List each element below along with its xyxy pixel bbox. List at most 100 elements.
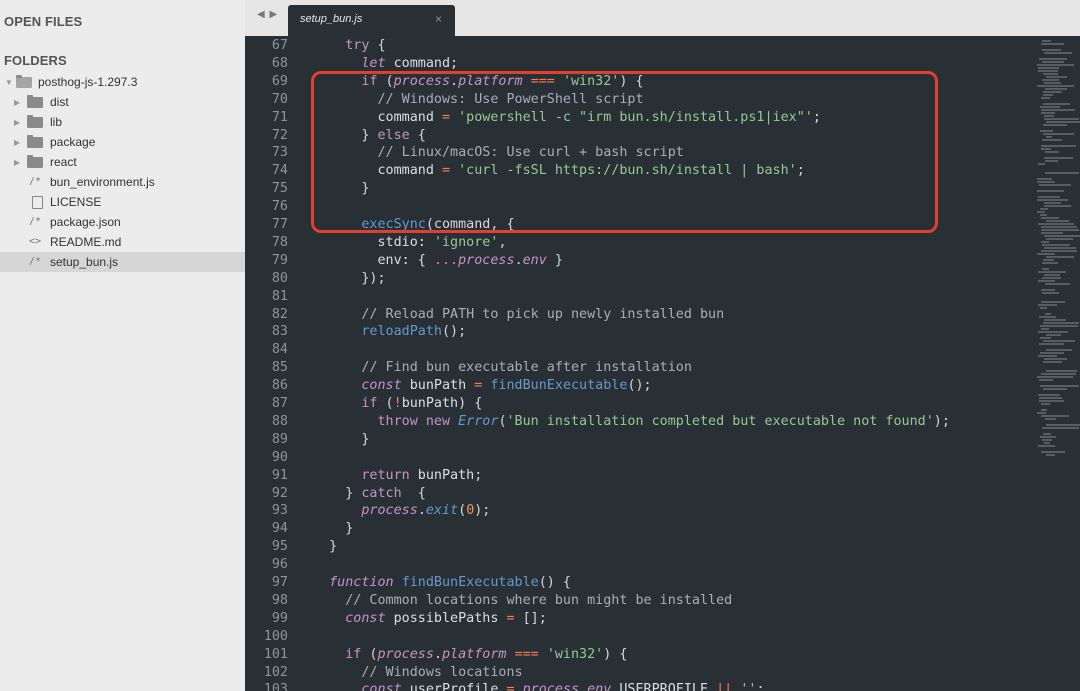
minimap-line [1044, 52, 1072, 54]
tab-setup-bun[interactable]: setup_bun.js × [288, 5, 455, 36]
code-line[interactable]: 73 // Linux/macOS: Use curl + bash scrip… [245, 144, 1035, 162]
tab-nav-arrows-icon[interactable]: ◀ ▶ [257, 9, 278, 20]
minimap-line [1043, 259, 1054, 261]
code-line[interactable]: 87 if (!bunPath) { [245, 395, 1035, 413]
code-line[interactable]: 72 } else { [245, 127, 1035, 145]
code-editor[interactable]: 67 try {68 let command; 69 if (process.pl… [245, 36, 1035, 691]
code-line[interactable]: 78 stdio: 'ignore', [245, 234, 1035, 252]
code-line[interactable]: 75 } [245, 180, 1035, 198]
code-line[interactable]: 74 command = 'curl -fsSL https://bun.sh/… [245, 162, 1035, 180]
minimap-line [1037, 64, 1074, 66]
code-line[interactable]: 68 let command; [245, 55, 1035, 73]
minimap-line [1046, 334, 1061, 336]
line-number: 94 [271, 521, 288, 537]
code-text: env: { ...process.env } [313, 252, 563, 268]
code-line[interactable]: 103 const userProfile = process.env.USER… [245, 681, 1035, 691]
code-line[interactable]: 100 [245, 628, 1035, 646]
code-text: } [313, 539, 338, 555]
code-text: reloadPath(); [361, 324, 467, 340]
root-folder-label: posthog-js-1.297.3 [38, 75, 138, 89]
sidebar-item-react[interactable]: ▶ react [0, 152, 245, 172]
minimap-line [1046, 238, 1073, 240]
sidebar-item-package-json[interactable]: /* package.json [0, 212, 245, 232]
code-text: command = 'powershell -c "irm bun.sh/ins… [313, 109, 821, 125]
code-line[interactable]: 99 const possiblePaths = []; [245, 610, 1035, 628]
code-line[interactable]: 89 } [245, 431, 1035, 449]
close-icon[interactable]: × [435, 12, 442, 26]
code-line[interactable]: 102 // Windows locations [245, 664, 1035, 682]
minimap-line [1041, 97, 1050, 99]
minimap-line [1038, 163, 1045, 165]
sidebar-item-license[interactable]: LICENSE [0, 192, 245, 212]
code-line[interactable]: 82 // Reload PATH to pick up newly insta… [245, 306, 1035, 324]
line-number: 71 [271, 109, 288, 125]
code-line[interactable]: 91 return bunPath; [245, 467, 1035, 485]
code-text: // Reload PATH to pick up newly installe… [361, 306, 725, 322]
minimap-line [1039, 316, 1056, 318]
minimap-line [1037, 412, 1046, 414]
chevron-right-icon[interactable]: ▶ [14, 93, 20, 113]
minimap-line [1038, 304, 1057, 306]
sidebar-item-readme-md[interactable]: <> README.md [0, 232, 245, 252]
sidebar-item-lib[interactable]: ▶ lib [0, 112, 245, 132]
line-number: 70 [271, 91, 288, 107]
minimap-line [1040, 337, 1051, 339]
minimap-line [1041, 250, 1077, 252]
code-line[interactable]: 71 command = 'powershell -c "irm bun.sh/… [245, 109, 1035, 127]
minimap-line [1040, 325, 1078, 327]
code-line[interactable]: 94 } [245, 520, 1035, 538]
code-line[interactable]: 80 }); [245, 270, 1035, 288]
chevron-right-icon[interactable]: ▶ [14, 113, 20, 133]
code-line[interactable]: 90 [245, 449, 1035, 467]
code-text: // Windows locations [361, 664, 523, 680]
chevron-right-icon[interactable]: ▶ [14, 133, 20, 153]
code-line[interactable]: 98 // Common locations where bun might b… [245, 592, 1035, 610]
code-line[interactable]: 67 try { [245, 37, 1035, 55]
code-line[interactable]: 101 if (process.platform === 'win32') { [245, 646, 1035, 664]
minimap-line [1037, 199, 1068, 201]
minimap-line [1037, 190, 1064, 192]
code-line[interactable]: 95 } [245, 538, 1035, 556]
code-text: }); [313, 270, 386, 286]
code-line[interactable]: 83 reloadPath(); [245, 323, 1035, 341]
code-text: } else { [313, 127, 426, 143]
root-folder[interactable]: ▼ posthog-js-1.297.3 [0, 72, 245, 92]
code-line[interactable]: 77 execSync(command, { [245, 216, 1035, 234]
minimap-line [1037, 211, 1045, 213]
minimap-line [1038, 394, 1060, 396]
code-line[interactable]: 93 process.exit(0); [245, 502, 1035, 520]
code-text: throw new Error('Bun installation comple… [377, 413, 950, 429]
code-line[interactable]: 88 throw new Error('Bun installation com… [245, 413, 1035, 431]
code-line[interactable]: 97 function findBunExecutable() { [245, 574, 1035, 592]
line-number: 84 [271, 342, 288, 358]
sidebar-item-package[interactable]: ▶ package [0, 132, 245, 152]
line-number: 99 [271, 610, 288, 626]
minimap-line [1045, 88, 1067, 90]
tab-bar: ◀ ▶ setup_bun.js × [245, 0, 1080, 36]
minimap-line [1044, 247, 1076, 249]
code-line[interactable]: 96 [245, 556, 1035, 574]
minimap-line [1043, 133, 1074, 135]
sidebar-item-bun-environment-js[interactable]: /* bun_environment.js [0, 172, 245, 192]
code-line[interactable]: 85 // Find bun executable after installa… [245, 359, 1035, 377]
chevron-right-icon[interactable]: ▶ [14, 153, 20, 173]
code-line[interactable]: 76 [245, 198, 1035, 216]
code-text: } [313, 181, 370, 197]
minimap-line [1045, 283, 1070, 285]
sidebar-item-setup-bun-js[interactable]: /* setup_bun.js [0, 252, 245, 272]
code-line[interactable]: 79 env: { ...process.env } [245, 252, 1035, 270]
minimap-line [1044, 274, 1060, 276]
code-line[interactable]: 81 [245, 288, 1035, 306]
minimap-line [1043, 388, 1067, 390]
code-line[interactable]: 70 // Windows: Use PowerShell script [245, 91, 1035, 109]
code-line[interactable]: 69 if (process.platform === 'win32') { [245, 73, 1035, 91]
code-file-icon: /* [29, 176, 42, 187]
code-text: process.exit(0); [361, 503, 491, 519]
line-number: 75 [271, 181, 288, 197]
code-line[interactable]: 92 } catch { [245, 485, 1035, 503]
code-line[interactable]: 86 const bunPath = findBunExecutable(); [245, 377, 1035, 395]
sidebar-item-dist[interactable]: ▶ dist [0, 92, 245, 112]
minimap[interactable] [1035, 36, 1080, 691]
code-line[interactable]: 84 [245, 341, 1035, 359]
chevron-down-icon[interactable]: ▼ [5, 73, 13, 93]
